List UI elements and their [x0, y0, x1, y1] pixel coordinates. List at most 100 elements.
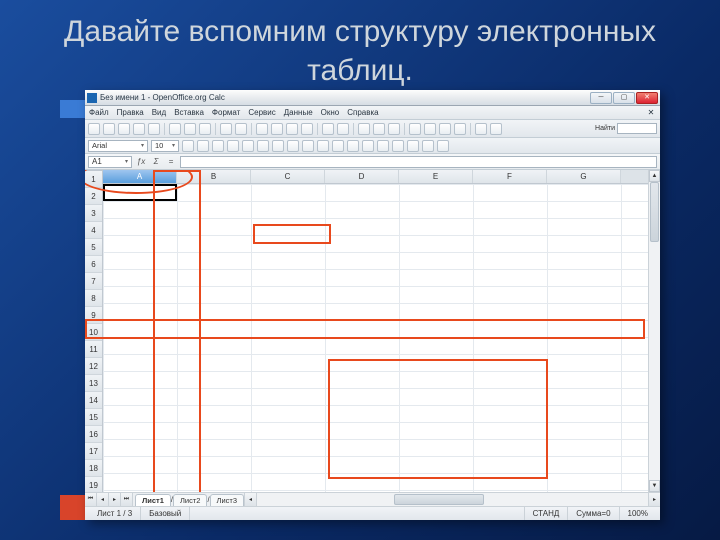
- open-icon[interactable]: [103, 123, 115, 135]
- row-header-2[interactable]: 2: [85, 188, 102, 205]
- menu-format[interactable]: Формат: [212, 108, 240, 117]
- hyperlink-icon[interactable]: [358, 123, 370, 135]
- row-header-12[interactable]: 12: [85, 358, 102, 375]
- row-header-14[interactable]: 14: [85, 392, 102, 409]
- pdf-icon[interactable]: [169, 123, 181, 135]
- remove-decimal-icon[interactable]: [362, 140, 374, 152]
- row-header-19[interactable]: 19: [85, 477, 102, 492]
- menu-help[interactable]: Справка: [347, 108, 378, 117]
- indent-dec-icon[interactable]: [377, 140, 389, 152]
- maximize-button[interactable]: ▢: [613, 92, 635, 104]
- row-header-9[interactable]: 9: [85, 307, 102, 324]
- column-header-G[interactable]: G: [547, 170, 621, 183]
- row-header-15[interactable]: 15: [85, 409, 102, 426]
- row-header-18[interactable]: 18: [85, 460, 102, 477]
- row-header-8[interactable]: 8: [85, 290, 102, 307]
- column-header-D[interactable]: D: [325, 170, 399, 183]
- data-source-icon[interactable]: [454, 123, 466, 135]
- copy-icon[interactable]: [271, 123, 283, 135]
- preview-icon[interactable]: [199, 123, 211, 135]
- chart-icon[interactable]: [409, 123, 421, 135]
- menu-tools[interactable]: Сервис: [248, 108, 275, 117]
- row-header-7[interactable]: 7: [85, 273, 102, 290]
- undo-icon[interactable]: [322, 123, 334, 135]
- font-size-select[interactable]: 10 ▾: [151, 140, 179, 152]
- align-left-icon[interactable]: [227, 140, 239, 152]
- zoom-icon[interactable]: [475, 123, 487, 135]
- sort-asc-icon[interactable]: [373, 123, 385, 135]
- search-input[interactable]: [617, 123, 657, 134]
- spellcheck-icon[interactable]: [220, 123, 232, 135]
- column-header-E[interactable]: E: [399, 170, 473, 183]
- cut-icon[interactable]: [256, 123, 268, 135]
- scroll-down-button[interactable]: ▼: [649, 480, 660, 492]
- row-header-3[interactable]: 3: [85, 205, 102, 222]
- menu-data[interactable]: Данные: [284, 108, 313, 117]
- vertical-scrollbar[interactable]: ▲ ▼: [648, 170, 660, 492]
- font-name-select[interactable]: Arial ▾: [88, 140, 148, 152]
- underline-icon[interactable]: [212, 140, 224, 152]
- sum-icon[interactable]: Σ: [150, 156, 162, 168]
- number-std-icon[interactable]: [332, 140, 344, 152]
- gallery-icon[interactable]: [424, 123, 436, 135]
- cell-reference-box[interactable]: A1 ▾: [88, 156, 132, 168]
- indent-inc-icon[interactable]: [392, 140, 404, 152]
- hscroll-track[interactable]: [256, 493, 648, 506]
- row-header-13[interactable]: 13: [85, 375, 102, 392]
- menu-file[interactable]: Файл: [89, 108, 109, 117]
- formula-input[interactable]: [180, 156, 657, 168]
- add-decimal-icon[interactable]: [347, 140, 359, 152]
- column-header-C[interactable]: C: [251, 170, 325, 183]
- column-header-A[interactable]: A: [103, 170, 177, 183]
- bgcolor-icon[interactable]: [422, 140, 434, 152]
- row-header-6[interactable]: 6: [85, 256, 102, 273]
- tab-first-button[interactable]: ⏮: [85, 493, 97, 506]
- status-zoom[interactable]: 100%: [620, 507, 656, 520]
- redo-icon[interactable]: [337, 123, 349, 135]
- column-header-B[interactable]: B: [177, 170, 251, 183]
- minimize-button[interactable]: ─: [590, 92, 612, 104]
- cells-area[interactable]: [103, 184, 648, 492]
- tab-last-button[interactable]: ⏭: [121, 493, 133, 506]
- hscroll-right-button[interactable]: ▸: [648, 493, 660, 506]
- equals-icon[interactable]: =: [165, 156, 177, 168]
- format-paint-icon[interactable]: [301, 123, 313, 135]
- vscroll-track[interactable]: [649, 182, 660, 480]
- paste-icon[interactable]: [286, 123, 298, 135]
- row-header-11[interactable]: 11: [85, 341, 102, 358]
- hscroll-thumb[interactable]: [394, 494, 484, 505]
- vscroll-thumb[interactable]: [650, 182, 659, 242]
- sheet-tab-3[interactable]: Лист3: [210, 494, 244, 506]
- close-doc-button[interactable]: ✕: [646, 108, 656, 118]
- sort-desc-icon[interactable]: [388, 123, 400, 135]
- row-header-16[interactable]: 16: [85, 426, 102, 443]
- mail-icon[interactable]: [133, 123, 145, 135]
- align-right-icon[interactable]: [257, 140, 269, 152]
- borders-icon[interactable]: [407, 140, 419, 152]
- currency-icon[interactable]: [302, 140, 314, 152]
- percent-icon[interactable]: [317, 140, 329, 152]
- fx-wizard-icon[interactable]: ƒx: [135, 156, 147, 168]
- new-icon[interactable]: [88, 123, 100, 135]
- edit-doc-icon[interactable]: [148, 123, 160, 135]
- sheet-tab-2[interactable]: Лист2: [173, 494, 207, 506]
- bold-icon[interactable]: [182, 140, 194, 152]
- sheet-tab-1[interactable]: Лист1: [135, 494, 171, 506]
- align-center-icon[interactable]: [242, 140, 254, 152]
- autopilot-icon[interactable]: [235, 123, 247, 135]
- hscroll-left-button[interactable]: ◂: [244, 493, 256, 506]
- menu-view[interactable]: Вид: [152, 108, 166, 117]
- row-header-17[interactable]: 17: [85, 443, 102, 460]
- print-icon[interactable]: [184, 123, 196, 135]
- close-button[interactable]: ✕: [636, 92, 658, 104]
- fontcolor-icon[interactable]: [437, 140, 449, 152]
- row-header-10[interactable]: 10: [85, 324, 102, 341]
- help-icon[interactable]: [490, 123, 502, 135]
- tab-next-button[interactable]: ▸: [109, 493, 121, 506]
- row-header-4[interactable]: 4: [85, 222, 102, 239]
- merge-icon[interactable]: [287, 140, 299, 152]
- align-justify-icon[interactable]: [272, 140, 284, 152]
- menu-edit[interactable]: Правка: [117, 108, 144, 117]
- italic-icon[interactable]: [197, 140, 209, 152]
- row-header-1[interactable]: 1: [85, 171, 102, 188]
